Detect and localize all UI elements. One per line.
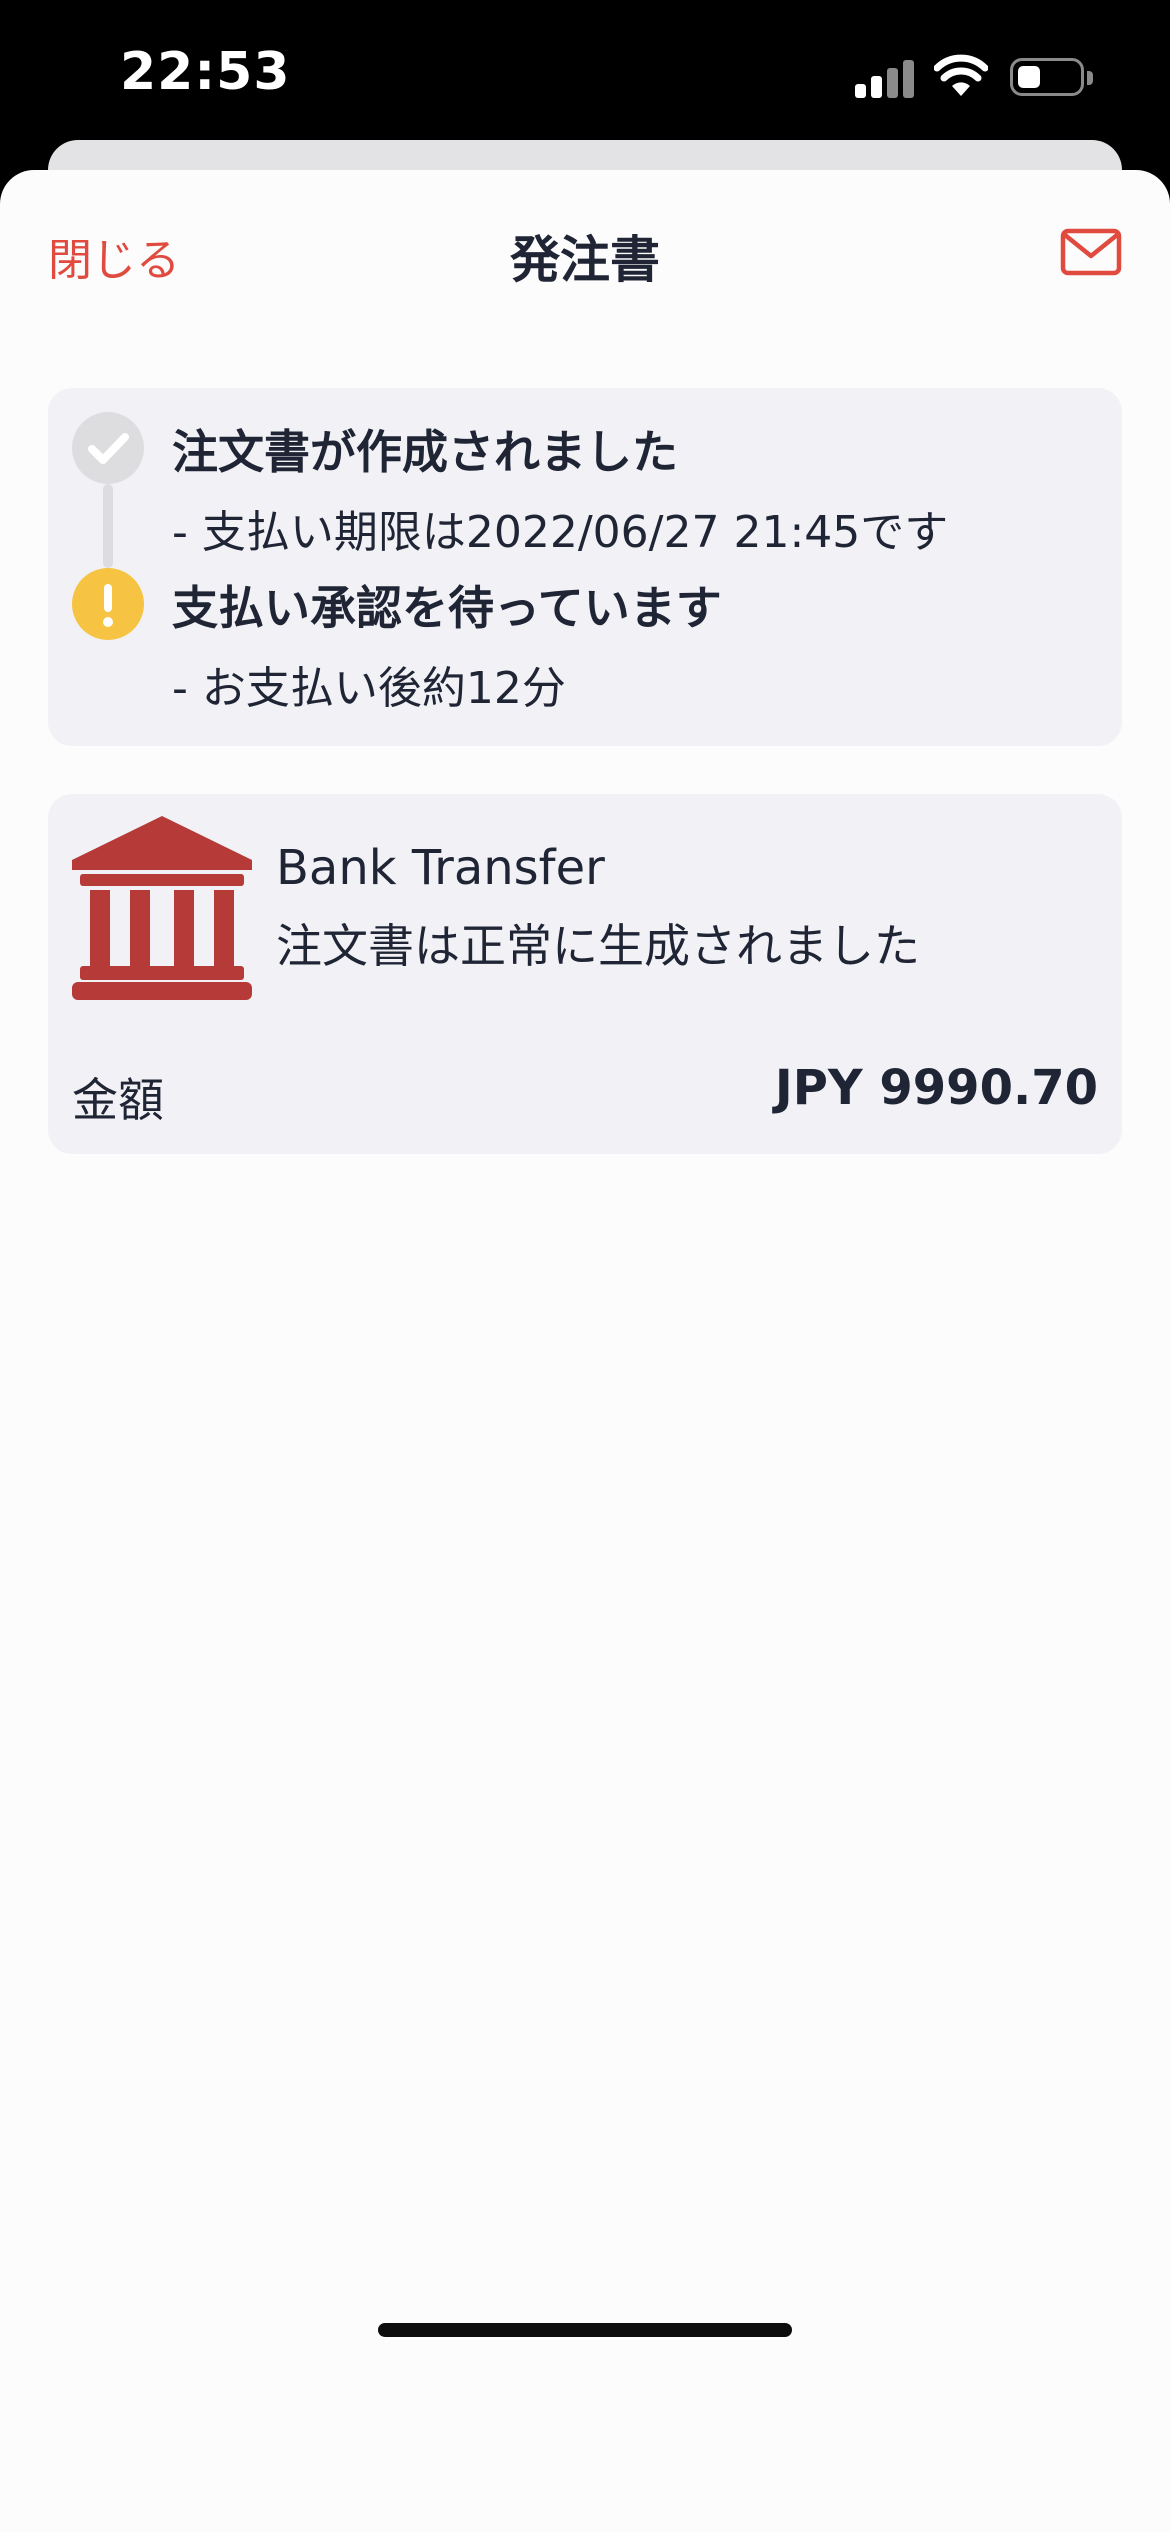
home-indicator[interactable] bbox=[378, 2323, 792, 2337]
step-created-subtitle: - 支払い期限は2022/06/27 21:45です bbox=[172, 507, 949, 558]
step-created-title: 注文書が作成されました bbox=[172, 425, 678, 479]
battery-icon bbox=[1010, 58, 1093, 96]
payment-method-name: Bank Transfer bbox=[276, 840, 605, 896]
payment-method-card: Bank Transfer 注文書は正常に生成されました 金額 JPY 9990… bbox=[48, 794, 1122, 1154]
mail-icon[interactable] bbox=[1060, 228, 1122, 276]
sheet-navigation-bar: 閉じる 発注書 bbox=[0, 170, 1170, 340]
cellular-signal-icon bbox=[855, 58, 915, 98]
payment-status-text: 注文書は正常に生成されました bbox=[276, 919, 920, 973]
check-icon bbox=[72, 412, 144, 484]
amount-label: 金額 bbox=[72, 1073, 164, 1127]
bank-icon bbox=[72, 816, 252, 1000]
timeline-connector bbox=[103, 484, 113, 568]
exclamation-icon bbox=[72, 568, 144, 640]
step-pending-title: 支払い承認を待っています bbox=[172, 581, 722, 635]
status-time: 22:53 bbox=[120, 42, 291, 102]
wifi-icon bbox=[934, 54, 988, 96]
amount-value: JPY 9990.70 bbox=[774, 1060, 1098, 1116]
order-status-card: 注文書が作成されました - 支払い期限は2022/06/27 21:45です 支… bbox=[48, 388, 1122, 746]
purchase-order-sheet: 閉じる 発注書 注文書が作成されました - 支払い期限は2022/06/27 2… bbox=[0, 170, 1170, 2532]
page-title: 発注書 bbox=[510, 231, 660, 289]
step-pending-subtitle: - お支払い後約12分 bbox=[172, 663, 566, 714]
